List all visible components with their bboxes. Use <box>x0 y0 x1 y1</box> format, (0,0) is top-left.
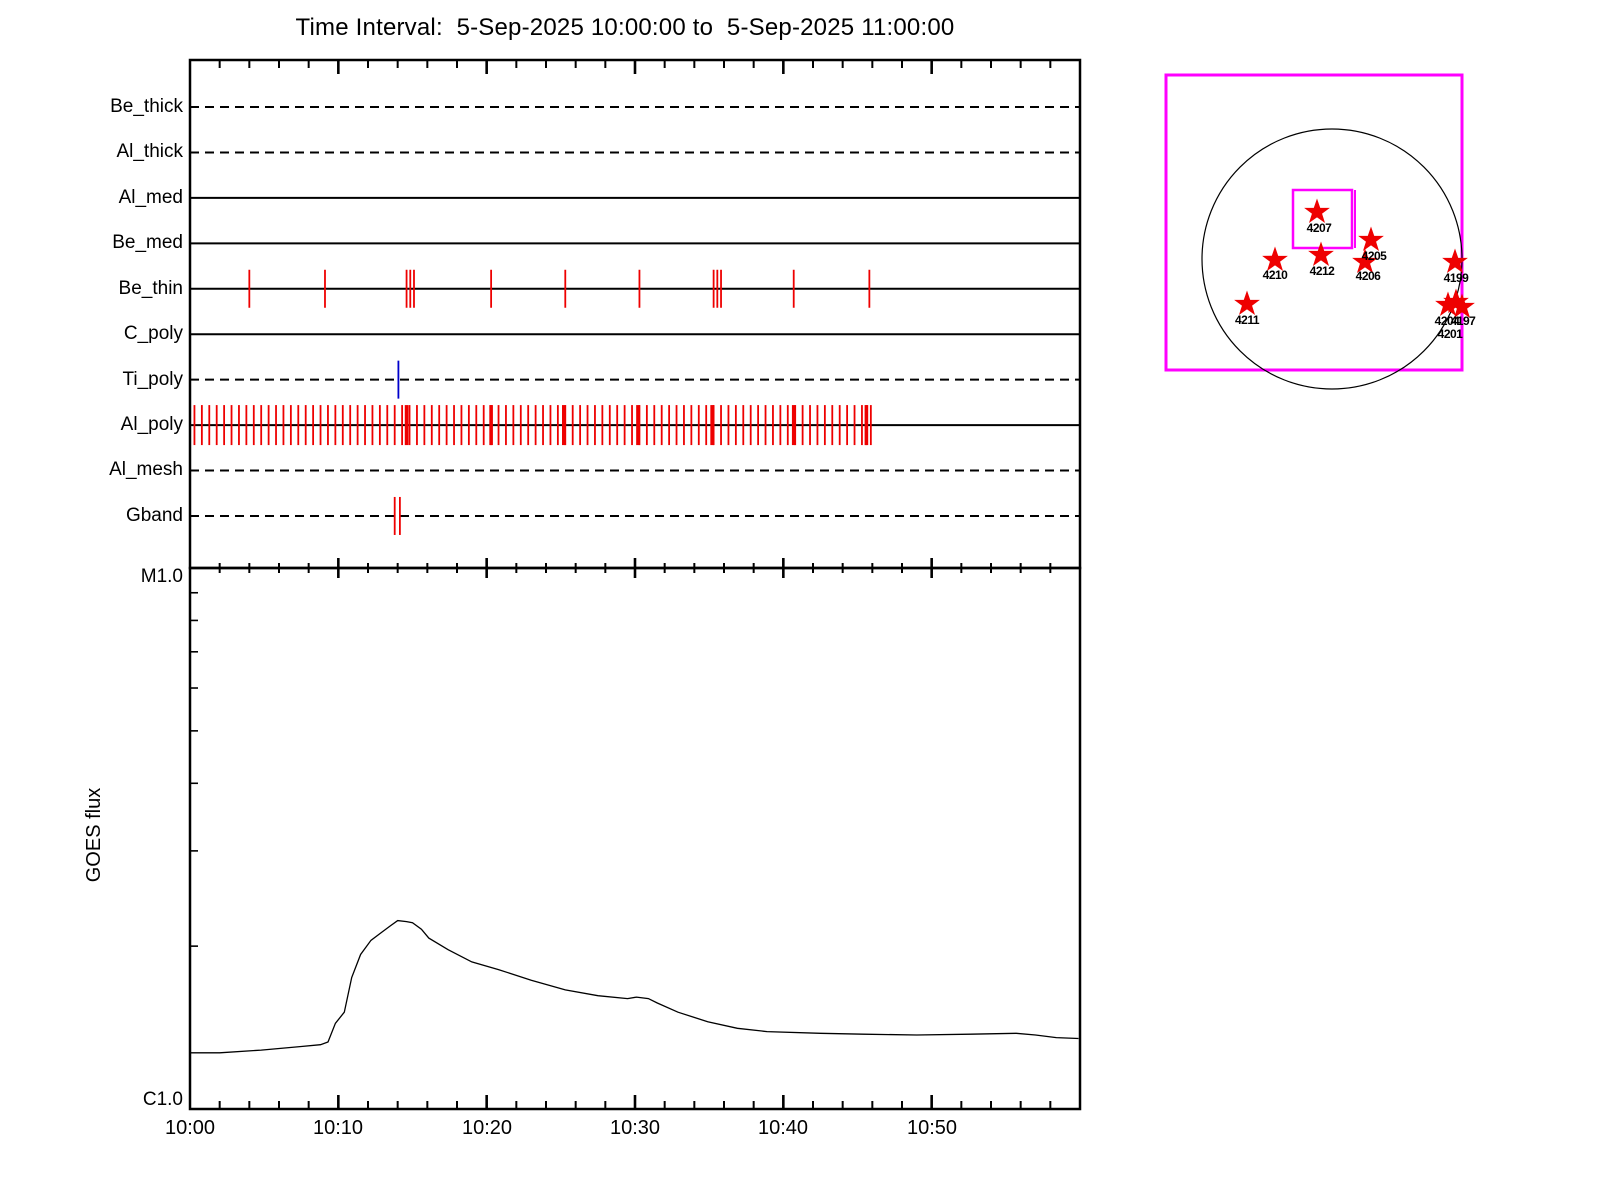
filter-label-be-thin: Be_thin <box>118 278 183 299</box>
filter-label-c-poly: C_poly <box>123 323 183 344</box>
filter-label-al-poly: Al_poly <box>120 414 183 435</box>
x-tick-label-1040: 10:40 <box>757 1117 809 1139</box>
y-axis-title: GOES flux <box>83 787 105 883</box>
timeline-panel-frame <box>188 58 1082 570</box>
goes-panel-frame <box>188 566 1082 1111</box>
x-tick-label-1030: 10:30 <box>609 1117 661 1139</box>
filter-label-be-med: Be_med <box>112 232 183 253</box>
solar-limb-circle <box>1201 128 1463 390</box>
filter-label-al-mesh: Al_mesh <box>109 459 183 480</box>
time-axis-ticks <box>190 60 1052 1109</box>
screenshot-root: Time Interval: 5-Sep-2025 10:00:00 to 5-… <box>0 0 1600 1200</box>
filter-label-ti-poly: Ti_poly <box>122 369 183 390</box>
x-tick-label-1050: 10:50 <box>906 1117 958 1139</box>
x-tick-label-1010: 10:10 <box>312 1117 364 1139</box>
active-region-star-4205 <box>1358 226 1384 251</box>
plot-title: Time Interval: 5-Sep-2025 10:00:00 to 5-… <box>295 14 955 41</box>
ar-label-4197: 4197 <box>1450 314 1476 328</box>
active-region-star-4212 <box>1308 241 1334 266</box>
ar-label-4210: 4210 <box>1262 268 1288 282</box>
ar-label-4211: 4211 <box>1234 313 1260 327</box>
filter-label-be-thick: Be_thick <box>110 96 183 117</box>
plot-canvas <box>188 58 1475 1111</box>
ar-label-4206: 4206 <box>1355 269 1381 283</box>
filter-label-al-thick: Al_thick <box>116 141 183 162</box>
active-region-star-4211 <box>1234 290 1260 315</box>
y-axis-top-label: M1.0 <box>140 566 183 587</box>
filter-label-al-med: Al_med <box>118 187 183 208</box>
goes-flux-curve <box>190 919 1079 1054</box>
ar-label-4199: 4199 <box>1443 271 1469 285</box>
ar-label-4207: 4207 <box>1306 221 1332 235</box>
x-tick-label-1000: 10:00 <box>164 1117 216 1139</box>
filter-rows <box>190 106 1080 535</box>
x-tick-label-1020: 10:20 <box>461 1117 513 1139</box>
filter-label-gband: Gband <box>125 505 183 526</box>
y-axis-bottom-label: C1.0 <box>142 1089 183 1110</box>
ar-label-4205: 4205 <box>1361 249 1387 263</box>
ar-label-4212: 4212 <box>1309 264 1335 278</box>
active-region-star-4207 <box>1304 198 1330 223</box>
ar-label-4201: 4201 <box>1437 327 1463 341</box>
active-region-star-4210 <box>1262 246 1288 271</box>
